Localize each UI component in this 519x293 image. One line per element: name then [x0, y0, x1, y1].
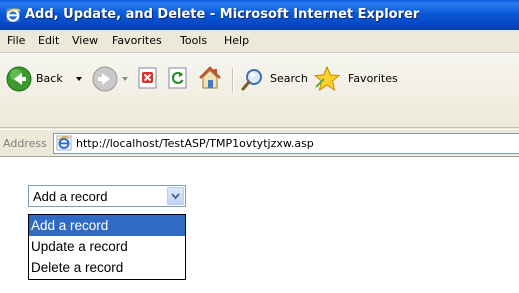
address-label: Address [3, 137, 47, 150]
search-icon [241, 69, 262, 91]
stop-icon [138, 67, 157, 89]
chevron-down-icon [171, 193, 180, 200]
forward-button[interactable] [90, 64, 132, 94]
back-label: Back [36, 72, 63, 85]
option-update-record[interactable]: Update a record [29, 236, 185, 257]
address-input[interactable]: http://localhost/TestASP/TMP1ovtytjzxw.a… [53, 133, 519, 154]
search-label: Search [270, 72, 308, 85]
select-options-list: Add a record Update a record Delete a re… [28, 214, 186, 280]
page-content: Add a record Add a record Update a recor… [0, 157, 519, 293]
toolbar-bottom-border [0, 127, 519, 128]
option-add-record[interactable]: Add a record [29, 215, 185, 236]
page-ie-icon [56, 135, 72, 151]
refresh-button[interactable] [166, 66, 192, 92]
menu-bar: File Edit View Favorites Tools Help [0, 30, 519, 53]
favorites-button[interactable]: Favorites [312, 64, 402, 94]
search-button[interactable]: Search [238, 64, 310, 94]
stop-button[interactable] [136, 66, 162, 92]
window-titlebar[interactable]: Add, Update, and Delete - Microsoft Inte… [0, 0, 519, 30]
favorites-label: Favorites [348, 72, 398, 85]
menu-tools[interactable]: Tools [180, 34, 207, 47]
select-dropdown-button[interactable] [167, 187, 184, 205]
toolbar-separator [232, 68, 233, 92]
back-dropdown-icon[interactable] [76, 77, 82, 81]
forward-dropdown-icon[interactable] [122, 77, 128, 81]
back-icon [6, 66, 32, 92]
menu-file[interactable]: File [7, 34, 25, 47]
home-icon [199, 66, 221, 89]
refresh-icon [168, 67, 187, 89]
menu-help[interactable]: Help [224, 34, 249, 47]
standard-toolbar: Back Search Favorites [0, 53, 519, 129]
menu-favorites[interactable]: Favorites [112, 34, 162, 47]
favorites-star-icon [313, 65, 341, 92]
forward-icon [92, 66, 118, 92]
select-current-value: Add a record [33, 189, 108, 204]
back-button[interactable]: Back [4, 64, 88, 94]
address-bar: Address http://localhost/TestASP/TMP1ovt… [0, 130, 519, 157]
action-select[interactable]: Add a record [28, 185, 186, 207]
option-delete-record[interactable]: Delete a record [29, 257, 185, 278]
menu-view[interactable]: View [72, 34, 98, 47]
ie-logo-icon [6, 8, 21, 22]
address-url: http://localhost/TestASP/TMP1ovtytjzxw.a… [76, 137, 314, 150]
home-button[interactable] [196, 64, 226, 94]
window-title: Add, Update, and Delete - Microsoft Inte… [25, 7, 420, 22]
menu-edit[interactable]: Edit [38, 34, 59, 47]
